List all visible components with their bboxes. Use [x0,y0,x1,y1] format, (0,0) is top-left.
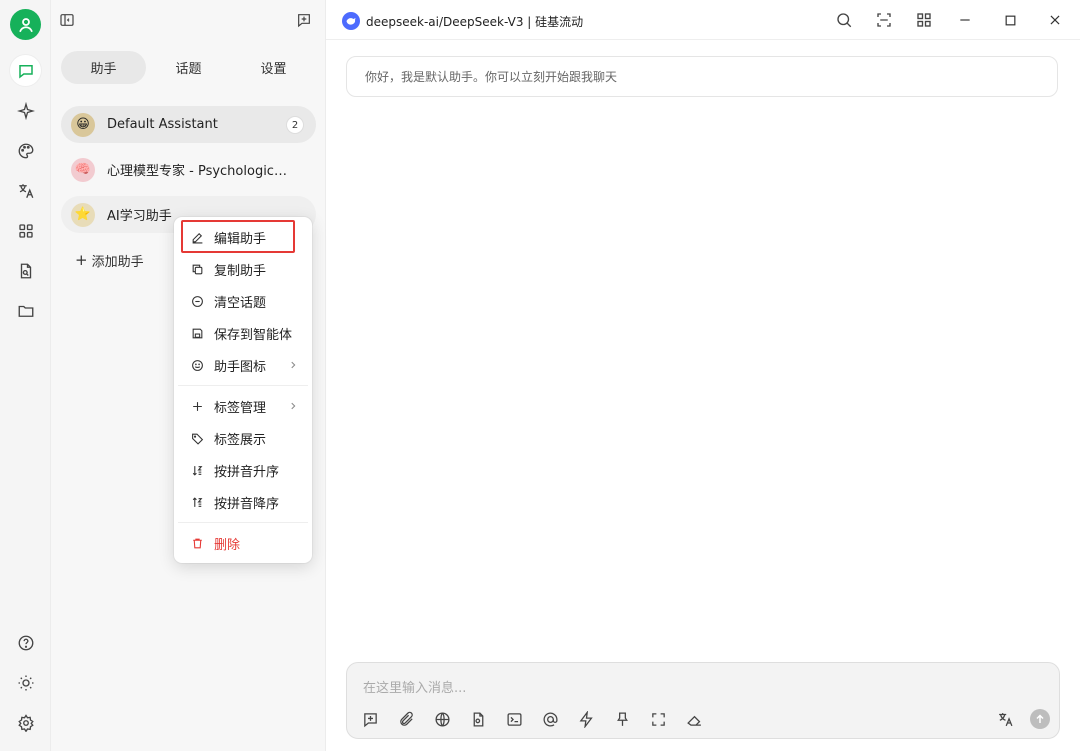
minimize-icon[interactable] [954,9,976,31]
chat-icon[interactable] [10,55,41,86]
scan-icon[interactable] [873,9,895,31]
clear-context-icon[interactable] [611,708,633,730]
tab-settings[interactable]: 设置 [231,51,316,84]
assistant-context-menu: 编辑助手 复制助手 清空话题 保存到智能体 助手图标 标签管理 标签展示 按拼音… [174,217,312,563]
plus-icon [190,399,204,413]
edit-icon [190,230,204,244]
new-topic-icon[interactable] [359,708,381,730]
assistant-name: 心理模型专家 - Psychological Models Expert [107,164,292,179]
deepseek-logo-icon [342,12,360,30]
tab-assistants[interactable]: 助手 [61,51,146,84]
plus-icon: + [75,251,88,269]
panel-toolbar [51,0,326,40]
fullscreen-icon[interactable] [647,708,669,730]
message-input[interactable]: 在这里输入消息... [363,677,466,696]
quick-phrase-icon[interactable] [575,708,597,730]
sparkle-icon[interactable] [10,95,41,126]
theme-icon[interactable] [10,667,41,698]
maximize-icon[interactable] [999,9,1021,31]
folder-icon[interactable] [10,295,41,326]
menu-item-copy-assistant[interactable]: 复制助手 [178,254,308,284]
chat-header: deepseek-ai/DeepSeek-V3 | 硅基流动 [326,0,1080,40]
assistant-item-psychological[interactable]: 🧠 心理模型专家 - Psychological Models Expert [61,151,316,188]
user-avatar[interactable] [10,9,41,40]
message-input-box[interactable]: 在这里输入消息... [346,662,1060,739]
menu-item-delete[interactable]: 删除 [178,528,308,558]
sidebar-collapse-icon[interactable] [57,10,77,30]
assistant-emoji-icon: 😀 [71,112,95,137]
web-search-icon[interactable] [431,708,453,730]
menu-item-tag-display[interactable]: 标签展示 [178,423,308,453]
menu-item-save-to-agent[interactable]: 保存到智能体 [178,318,308,348]
assistant-name: Default Assistant [107,117,218,132]
chevron-right-icon [286,399,300,413]
menu-divider [178,385,308,386]
chevron-right-icon [286,358,300,372]
search-icon[interactable] [833,9,855,31]
translate-icon[interactable] [994,708,1016,730]
attachment-icon[interactable] [395,708,417,730]
mention-icon[interactable] [539,708,561,730]
apps-icon[interactable] [10,215,41,246]
translate-icon[interactable] [10,175,41,206]
knowledge-base-icon[interactable] [467,708,489,730]
help-icon[interactable] [10,627,41,658]
assistant-item-default[interactable]: 😀 Default Assistant 2 [61,106,316,143]
menu-item-sort-desc[interactable]: 按拼音降序 [178,487,308,517]
close-icon[interactable] [1044,9,1066,31]
menu-item-edit-assistant[interactable]: 编辑助手 [178,222,308,252]
terminal-icon[interactable] [503,708,525,730]
layout-icon[interactable] [913,9,935,31]
file-search-icon[interactable] [10,255,41,286]
panel-tabs: 助手 话题 设置 [61,51,316,85]
copy-icon [190,262,204,276]
menu-item-sort-asc[interactable]: 按拼音升序 [178,455,308,485]
menu-item-assistant-icon[interactable]: 助手图标 [178,350,308,380]
icon-rail [0,0,51,751]
save-icon [190,326,204,340]
sort-desc-icon [190,495,204,509]
smile-icon [190,358,204,372]
sort-asc-icon [190,463,204,477]
settings-icon[interactable] [10,707,41,738]
assistant-emoji-icon: ⭐ [71,202,95,227]
new-topic-icon[interactable] [294,10,314,30]
trash-icon [190,536,204,550]
send-button[interactable] [1030,709,1050,729]
clear-icon [190,294,204,308]
tags-icon [190,431,204,445]
assistant-name: AI学习助手 [107,209,172,224]
menu-item-tag-management[interactable]: 标签管理 [178,391,308,421]
tab-topics[interactable]: 话题 [146,51,231,84]
welcome-message: 你好，我是默认助手。你可以立刻开始跟我聊天 [346,56,1058,97]
assistant-emoji-icon: 🧠 [71,157,95,182]
model-selector[interactable]: deepseek-ai/DeepSeek-V3 | 硅基流动 [342,11,583,31]
add-assistant-button[interactable]: + 添加助手 [75,250,144,270]
eraser-icon[interactable] [683,708,705,730]
menu-item-clear-topics[interactable]: 清空话题 [178,286,308,316]
topic-count-badge: 2 [286,116,304,134]
palette-icon[interactable] [10,135,41,166]
menu-divider [178,522,308,523]
